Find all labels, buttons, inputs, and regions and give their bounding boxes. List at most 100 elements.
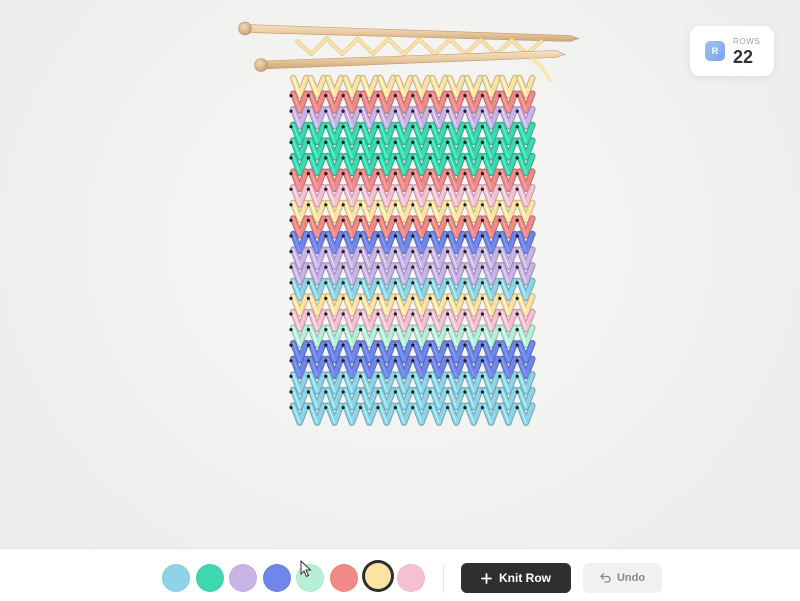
stitch-gap [306, 125, 310, 129]
stitch-gap [324, 328, 328, 332]
stitch-gap [480, 203, 484, 207]
undo-arrow-icon [600, 573, 611, 583]
stitch-gap [359, 140, 363, 144]
stitch-gap [306, 203, 310, 207]
stitch-gap [289, 109, 293, 113]
stitch-gap [359, 406, 363, 410]
stitch-gap [480, 281, 484, 285]
stitch-gap [428, 94, 432, 98]
stitch-gap [393, 234, 397, 238]
stitch-gap [324, 218, 328, 222]
stitch-gap [324, 125, 328, 129]
stitch-gap [498, 156, 502, 160]
stitch-gap [289, 296, 293, 300]
stitch-gap [428, 359, 432, 363]
stitch-gap [428, 265, 432, 269]
stitch-gap [446, 406, 450, 410]
stitch-gap [359, 250, 363, 254]
stitch-gap [480, 156, 484, 160]
stitch-gap [393, 343, 397, 347]
color-swatch-sky[interactable] [162, 564, 190, 592]
stitch-gap [446, 265, 450, 269]
stitch-gap [324, 406, 328, 410]
stitch-gap [515, 218, 519, 222]
stitch-gap [393, 109, 397, 113]
stitch-gap [428, 343, 432, 347]
stitch-gap [359, 281, 363, 285]
stitch-gap [393, 125, 397, 129]
stitch-gap [359, 203, 363, 207]
stitch-gap [306, 296, 310, 300]
stitch-gap [376, 187, 380, 191]
stitch-gap [393, 390, 397, 394]
stitch-gap [411, 265, 415, 269]
stitch-gap [480, 374, 484, 378]
stitch-gap [306, 374, 310, 378]
stitch-gap [411, 390, 415, 394]
stitch-gap [341, 390, 345, 394]
stitch-gap [446, 109, 450, 113]
stitch-gap [359, 187, 363, 191]
stitch-gap [515, 250, 519, 254]
stitch-gap [428, 281, 432, 285]
stitch-gap [376, 109, 380, 113]
stitch-gap [515, 125, 519, 129]
stitch-gap [376, 265, 380, 269]
stitch-gap [341, 406, 345, 410]
color-swatch-blue[interactable] [262, 564, 291, 592]
stitch-gap [341, 94, 345, 98]
stitch-gap [463, 281, 467, 285]
stitch-gap [428, 156, 432, 160]
stitch-gap [289, 390, 293, 394]
stitch-gap [324, 156, 328, 160]
stitch-gap [480, 140, 484, 144]
stitch-gap [498, 328, 502, 332]
stitch-gap [306, 140, 310, 144]
stitch-gap [463, 109, 467, 113]
stitch-gap [393, 359, 397, 363]
stitch-gap [359, 94, 363, 98]
stitch-gap [463, 94, 467, 98]
bottom-toolbar: Knit Row Undo [0, 548, 800, 601]
stitch-gap [289, 250, 293, 254]
stitch-gap [411, 406, 415, 410]
stitch-gap [324, 172, 328, 176]
stitch-gap [411, 234, 415, 238]
stitch-gap [393, 281, 397, 285]
color-swatch-lavender[interactable] [229, 564, 258, 592]
stitch-gap [446, 359, 450, 363]
stitch-gap [393, 203, 397, 207]
stitch-gap [498, 203, 502, 207]
stitch-gap [393, 94, 397, 98]
stitch-gap [341, 203, 345, 207]
stitch-gap [480, 265, 484, 269]
stitch-gap [480, 406, 484, 410]
stitch-gap [324, 140, 328, 144]
stitch-gap [446, 281, 450, 285]
stitch-gap [463, 296, 467, 300]
stitch-gap [515, 94, 519, 98]
color-swatch-pink[interactable] [397, 564, 426, 592]
color-swatch-teal[interactable] [195, 564, 224, 592]
stitch-gap [446, 343, 450, 347]
knit-row [289, 402, 536, 426]
stitch-gap [428, 203, 432, 207]
stitch-gap [411, 156, 415, 160]
stitch-gap [376, 172, 380, 176]
stitch-gap [359, 296, 363, 300]
stitch-gap [411, 328, 415, 332]
stitch-gap [306, 343, 310, 347]
stitch-gap [411, 218, 415, 222]
stitch-gap [515, 140, 519, 144]
stitch-gap [498, 374, 502, 378]
stitch-gap [324, 359, 328, 363]
stitch-gap [359, 390, 363, 394]
stitch-gap [341, 250, 345, 254]
knit-row-button[interactable]: Knit Row [461, 563, 571, 593]
stitch-gap [359, 374, 363, 378]
stitch-gap [515, 187, 519, 191]
undo-button[interactable]: Undo [583, 563, 662, 593]
color-swatch-butter[interactable] [364, 563, 391, 589]
stitch-gap [324, 250, 328, 254]
color-swatch-coral[interactable] [330, 564, 358, 592]
